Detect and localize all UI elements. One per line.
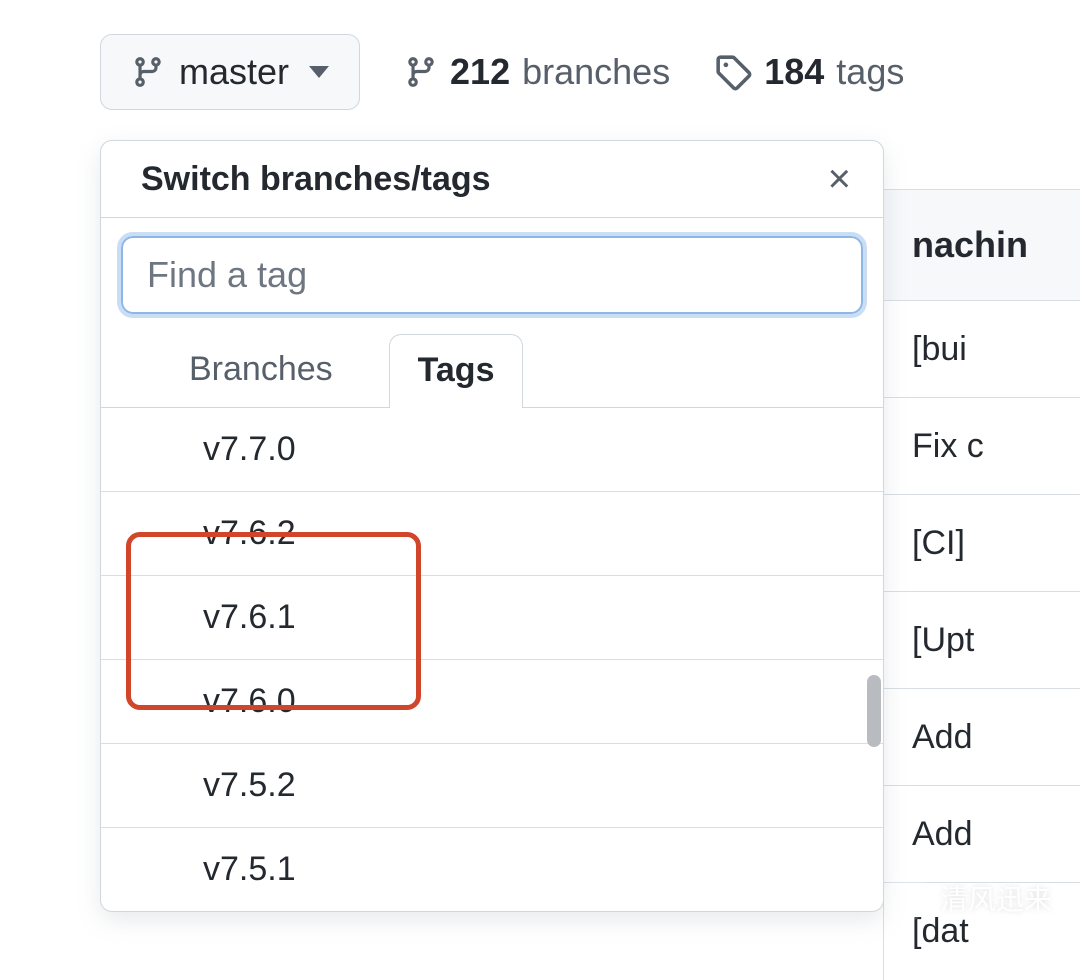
- tag-item[interactable]: v7.7.0: [101, 408, 883, 492]
- tag-item[interactable]: v7.5.1: [101, 828, 883, 911]
- watermark: 清风迅来: [884, 875, 1052, 921]
- tag-label: tags: [836, 51, 904, 93]
- close-button[interactable]: ×: [828, 159, 851, 199]
- tag-count: 184: [764, 51, 824, 93]
- current-branch-name: master: [179, 51, 289, 93]
- branch-label: branches: [522, 51, 670, 93]
- branches-link[interactable]: 212 branches: [404, 51, 670, 93]
- file-list-row[interactable]: [CI]: [884, 495, 1080, 592]
- git-branch-icon: [131, 53, 165, 91]
- tab-branches[interactable]: Branches: [161, 332, 361, 407]
- git-branch-icon: [404, 53, 438, 91]
- file-list-row[interactable]: Add: [884, 786, 1080, 883]
- watermark-text: 清风迅来: [940, 878, 1052, 918]
- file-list-row[interactable]: Fix c: [884, 398, 1080, 495]
- branch-count: 212: [450, 51, 510, 93]
- scrollbar-thumb[interactable]: [867, 675, 881, 747]
- tag-list: v7.7.0 v7.6.2 v7.6.1 v7.6.0 v7.5.2 v7.5.…: [101, 408, 883, 911]
- close-icon: ×: [828, 157, 851, 201]
- tag-search-input[interactable]: [121, 236, 863, 314]
- file-list-header: nachin: [884, 189, 1080, 301]
- branch-selector-button[interactable]: master: [100, 34, 360, 110]
- background-file-list: nachin [bui Fix c [CI] [Upt Add Add [dat: [883, 189, 1080, 980]
- tag-item[interactable]: v7.5.2: [101, 744, 883, 828]
- branch-tag-switcher-popover: Switch branches/tags × Branches Tags v7.…: [100, 140, 884, 912]
- tag-item[interactable]: v7.6.1: [101, 576, 883, 660]
- tab-tags[interactable]: Tags: [389, 334, 524, 408]
- popover-title: Switch branches/tags: [141, 160, 491, 199]
- caret-down-icon: [309, 66, 329, 78]
- tag-icon: [714, 53, 752, 91]
- file-list-row[interactable]: Add: [884, 689, 1080, 786]
- tag-item[interactable]: v7.6.2: [101, 492, 883, 576]
- file-list-row[interactable]: [bui: [884, 301, 1080, 398]
- tags-link[interactable]: 184 tags: [714, 51, 904, 93]
- tag-item[interactable]: v7.6.0: [101, 660, 883, 744]
- wechat-icon: [884, 875, 930, 921]
- file-list-row[interactable]: [Upt: [884, 592, 1080, 689]
